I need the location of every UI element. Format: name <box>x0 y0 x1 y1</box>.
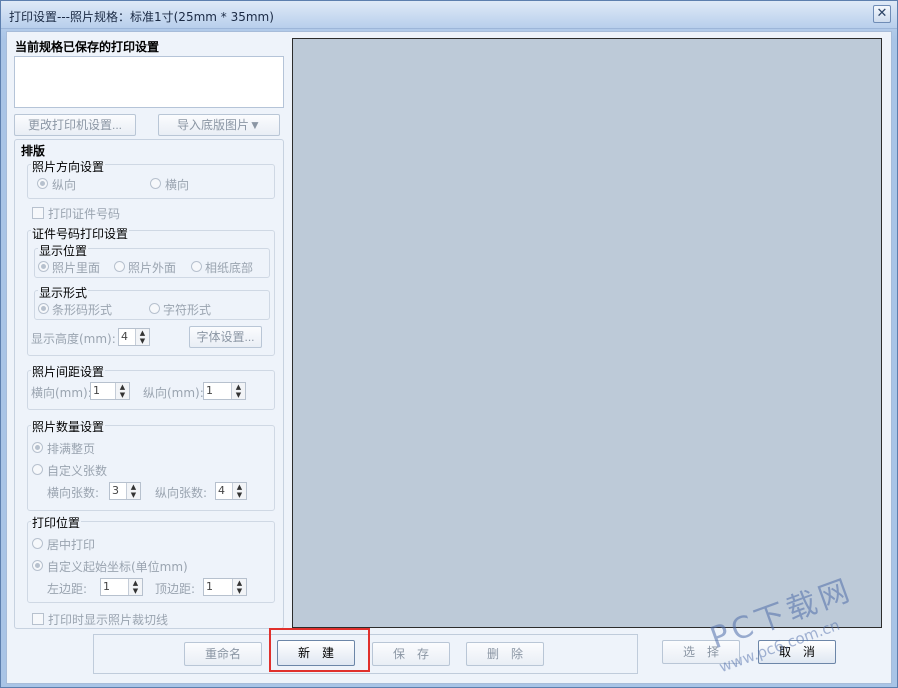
stepper-arrows-icon[interactable]: ▲ ▼ <box>128 579 142 595</box>
spacing-h-stepper[interactable]: 1 ▲ ▼ <box>90 382 130 400</box>
position-inside-radio[interactable] <box>38 261 49 272</box>
top-margin-stepper[interactable]: 1 ▲ ▼ <box>203 578 247 596</box>
saved-settings-list[interactable] <box>14 56 284 108</box>
print-position-title: 打印位置 <box>31 514 82 531</box>
stepper-arrows-icon[interactable]: ▲ ▼ <box>126 483 140 499</box>
custom-count-radio[interactable] <box>32 464 43 475</box>
fill-page-radio[interactable] <box>32 442 43 453</box>
position-bottom-label: 相纸底部 <box>205 261 254 275</box>
stepper-arrows-icon[interactable]: ▲ ▼ <box>135 329 149 345</box>
display-height-stepper[interactable]: 4 ▲ ▼ <box>118 328 150 346</box>
stepper-arrows-icon[interactable]: ▲ ▼ <box>115 383 129 399</box>
layout-panel-title: 排版 <box>21 144 46 158</box>
crop-lines-label: 打印时显示照片裁切线 <box>48 613 169 627</box>
spacing-title: 照片间距设置 <box>31 363 106 380</box>
position-outside-label: 照片外面 <box>128 261 177 275</box>
position-bottom-radio[interactable] <box>191 261 202 272</box>
stepper-arrows-icon[interactable]: ▲ ▼ <box>232 579 246 595</box>
spacing-h-value: 1 <box>93 384 100 397</box>
format-barcode-radio[interactable] <box>38 303 49 314</box>
dialog-body: 当前规格已保存的打印设置 更改打印机设置... 导入底版图片▼ 排版 照片方向设… <box>6 31 892 684</box>
top-margin-label: 顶边距: <box>155 582 196 596</box>
count-v-stepper[interactable]: 4 ▲ ▼ <box>215 482 247 500</box>
display-position-title: 显示位置 <box>38 242 89 259</box>
display-height-value: 4 <box>121 330 128 343</box>
font-settings-button[interactable]: 字体设置... <box>189 326 262 348</box>
print-settings-dialog: 打印设置---照片规格：标准1寸(25mm * 35mm) ✕ 当前规格已保存的… <box>0 0 898 688</box>
print-preview-area <box>292 38 882 628</box>
new-button-highlight <box>269 628 370 672</box>
position-outside-radio[interactable] <box>114 261 125 272</box>
count-v-value: 4 <box>218 484 225 497</box>
crop-lines-checkbox[interactable] <box>32 613 44 625</box>
spacing-v-value: 1 <box>206 384 213 397</box>
import-background-button[interactable]: 导入底版图片▼ <box>158 114 280 136</box>
landscape-radio[interactable] <box>150 178 161 189</box>
delete-button[interactable]: 删 除 <box>466 642 544 666</box>
landscape-label: 横向 <box>165 178 190 192</box>
title-bar: 打印设置---照片规格：标准1寸(25mm * 35mm) ✕ <box>1 1 897 29</box>
id-settings-title: 证件号码打印设置 <box>31 225 130 242</box>
change-printer-button[interactable]: 更改打印机设置... <box>14 114 136 136</box>
format-text-label: 字符形式 <box>163 303 212 317</box>
custom-origin-label: 自定义起始坐标(单位mm) <box>47 560 188 574</box>
print-id-checkbox[interactable] <box>32 207 44 219</box>
saved-settings-title: 当前规格已保存的打印设置 <box>15 40 160 54</box>
save-button[interactable]: 保 存 <box>372 642 450 666</box>
count-v-label: 纵向张数: <box>155 486 208 500</box>
rename-button[interactable]: 重命名 <box>184 642 262 666</box>
count-title: 照片数量设置 <box>31 418 106 435</box>
count-h-value: 3 <box>112 484 119 497</box>
stepper-arrows-icon[interactable]: ▲ ▼ <box>232 483 246 499</box>
spacing-v-label: 纵向(mm): <box>143 386 204 400</box>
position-inside-label: 照片里面 <box>52 261 101 275</box>
print-id-label: 打印证件号码 <box>48 207 121 221</box>
display-format-title: 显示形式 <box>38 284 89 301</box>
orientation-title: 照片方向设置 <box>31 158 106 175</box>
custom-count-label: 自定义张数 <box>47 464 108 478</box>
left-margin-stepper[interactable]: 1 ▲ ▼ <box>100 578 143 596</box>
left-margin-value: 1 <box>103 580 110 593</box>
center-print-label: 居中打印 <box>47 538 96 552</box>
count-h-stepper[interactable]: 3 ▲ ▼ <box>109 482 141 500</box>
center-print-radio[interactable] <box>32 538 43 549</box>
spacing-h-label: 横向(mm): <box>31 386 92 400</box>
portrait-radio[interactable] <box>37 178 48 189</box>
format-text-radio[interactable] <box>149 303 160 314</box>
portrait-label: 纵向 <box>52 178 77 192</box>
spacing-v-stepper[interactable]: 1 ▲ ▼ <box>203 382 246 400</box>
top-margin-value: 1 <box>206 580 213 593</box>
fill-page-label: 排满整页 <box>47 442 96 456</box>
left-margin-label: 左边距: <box>47 582 88 596</box>
window-title: 打印设置---照片规格：标准1寸(25mm * 35mm) <box>9 10 274 24</box>
display-height-label: 显示高度(mm): <box>31 332 116 346</box>
custom-origin-radio[interactable] <box>32 560 43 571</box>
close-button[interactable]: ✕ <box>873 5 891 23</box>
format-barcode-label: 条形码形式 <box>52 303 113 317</box>
layout-panel: 排版 照片方向设置 纵向 横向 打印证件号码 证件号码打印设置 显示位置 照片里… <box>14 139 284 629</box>
stepper-arrows-icon[interactable]: ▲ ▼ <box>231 383 245 399</box>
count-h-label: 横向张数: <box>47 486 100 500</box>
